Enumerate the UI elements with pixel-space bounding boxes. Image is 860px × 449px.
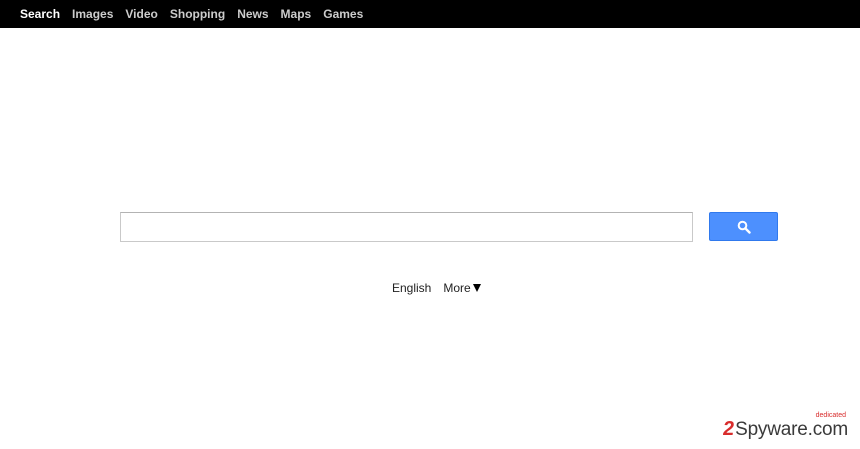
watermark-logo: 2 Spyware.com dedicated xyxy=(721,412,849,441)
more-label: More xyxy=(443,281,471,295)
language-link[interactable]: English xyxy=(392,281,431,295)
nav-item-video[interactable]: Video xyxy=(125,7,157,21)
search-button[interactable] xyxy=(709,212,778,241)
nav-item-shopping[interactable]: Shopping xyxy=(170,7,225,21)
nav-item-maps[interactable]: Maps xyxy=(281,7,312,21)
nav-item-games[interactable]: Games xyxy=(323,7,363,21)
search-input[interactable] xyxy=(120,212,693,242)
nav-item-news[interactable]: News xyxy=(237,7,268,21)
watermark-number: 2 xyxy=(721,418,736,440)
dropdown-arrow-icon xyxy=(472,284,481,292)
watermark-tagline: dedicated xyxy=(815,412,846,419)
watermark-text: Spyware.com xyxy=(735,418,848,440)
footer-links: English More xyxy=(392,281,481,295)
magnifier-icon xyxy=(737,220,751,234)
nav-item-images[interactable]: Images xyxy=(72,7,113,21)
more-dropdown[interactable]: More xyxy=(443,281,481,295)
watermark-brand: 2 Spyware.com xyxy=(721,418,849,441)
nav-item-search[interactable]: Search xyxy=(20,7,60,21)
top-navigation-bar: Search Images Video Shopping News Maps G… xyxy=(0,0,860,28)
